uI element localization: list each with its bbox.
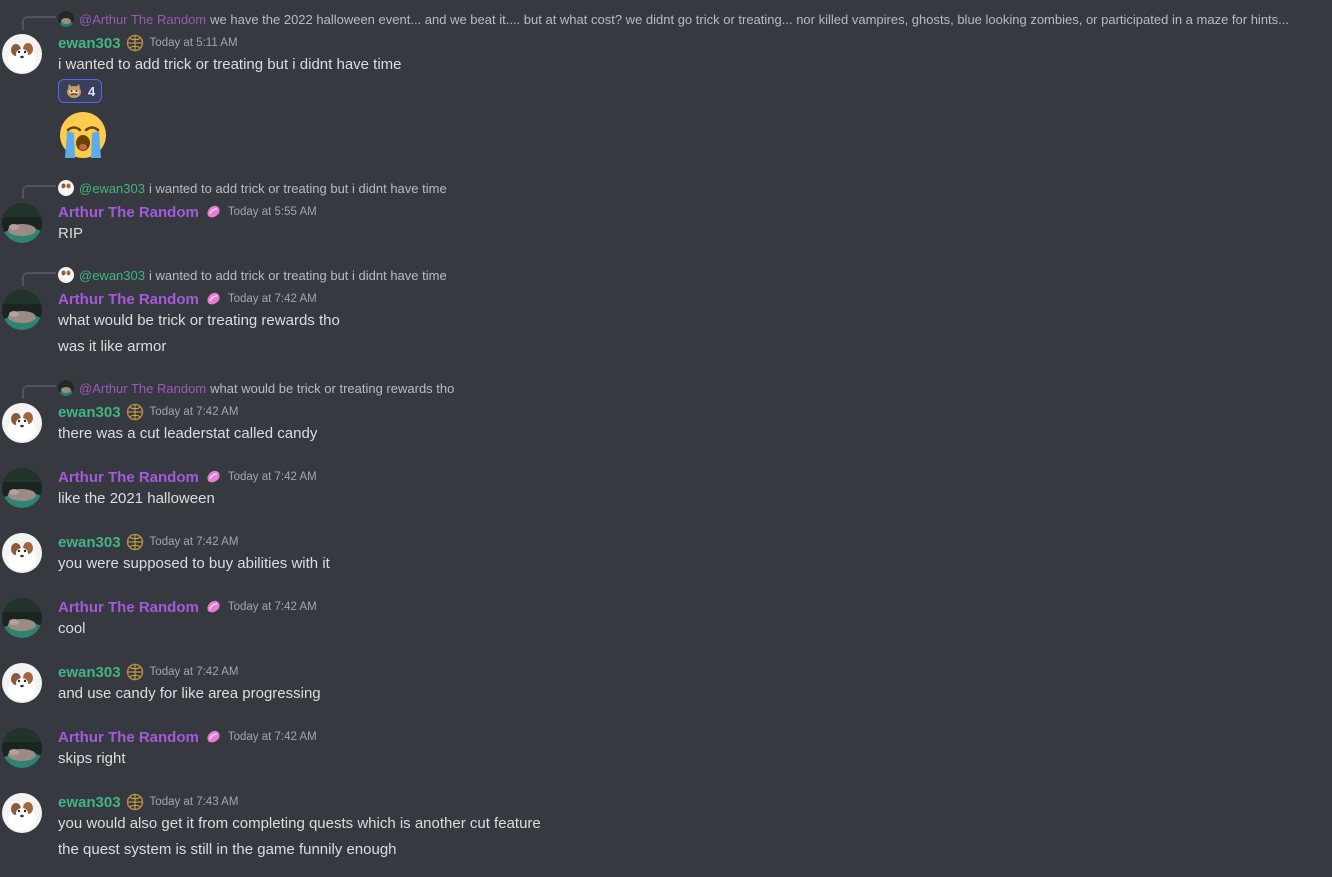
- message-text: cool: [58, 620, 86, 637]
- globe-badge-icon: [126, 793, 144, 811]
- username[interactable]: ewan303: [58, 35, 121, 52]
- ewan-mini-avatar: [58, 267, 74, 283]
- timestamp[interactable]: Today at 5:55 AM: [228, 206, 317, 218]
- username[interactable]: Arthur The Random: [58, 204, 199, 221]
- timestamp[interactable]: Today at 7:42 AM: [228, 731, 317, 743]
- message-text: you were supposed to buy abilities with …: [58, 555, 330, 572]
- message-text: RIP: [58, 225, 84, 242]
- timestamp[interactable]: Today at 7:42 AM: [150, 666, 239, 678]
- username[interactable]: ewan303: [58, 534, 121, 551]
- timestamp[interactable]: Today at 7:42 AM: [228, 293, 317, 305]
- username[interactable]: ewan303: [58, 404, 121, 421]
- message-header: Arthur The Random Today at 7:42 AM: [58, 596, 317, 618]
- arthur-avatar[interactable]: [2, 203, 42, 243]
- message-header: ewan303 Today at 7:43 AM: [58, 791, 238, 813]
- timestamp[interactable]: Today at 7:43 AM: [150, 796, 239, 808]
- reply-mention[interactable]: @ewan303: [79, 181, 145, 196]
- arthur-mini-avatar: [58, 380, 74, 396]
- timestamp[interactable]: Today at 7:42 AM: [150, 406, 239, 418]
- timestamp[interactable]: Today at 7:42 AM: [228, 601, 317, 613]
- message-header: Arthur The Random Today at 5:55 AM: [58, 201, 317, 223]
- reply-preview-text: i wanted to add trick or treating but i …: [148, 180, 447, 196]
- reply-reference[interactable]: @ewan303 i wanted to add trick or treati…: [58, 178, 1312, 198]
- arthur-avatar[interactable]: [2, 290, 42, 330]
- reply-mention[interactable]: @Arthur The Random: [79, 381, 206, 396]
- message-text: like the 2021 halloween: [58, 490, 215, 507]
- ewan-avatar[interactable]: [2, 533, 42, 573]
- globe-badge-icon: [126, 533, 144, 551]
- reply-preview-text: i wanted to add trick or treating but i …: [148, 267, 447, 283]
- username[interactable]: Arthur The Random: [58, 291, 199, 308]
- arthur-avatar[interactable]: [2, 598, 42, 638]
- reaction-count: 4: [88, 83, 96, 99]
- pink-gem-badge-icon: [204, 598, 222, 616]
- username[interactable]: Arthur The Random: [58, 729, 199, 746]
- ewan-avatar[interactable]: [2, 34, 42, 74]
- arthur-mini-avatar: [58, 11, 74, 27]
- arthur-avatar[interactable]: [2, 468, 42, 508]
- message-text: was it like armor: [58, 338, 167, 355]
- message-header: ewan303 Today at 7:42 AM: [58, 401, 238, 423]
- reply-mention[interactable]: @ewan303: [79, 268, 145, 283]
- reply-preview-text: what would be trick or treating rewards …: [210, 380, 455, 396]
- username[interactable]: ewan303: [58, 794, 121, 811]
- loudly-crying-face-emoji: [58, 110, 108, 160]
- timestamp[interactable]: Today at 7:42 AM: [228, 471, 317, 483]
- message-header: ewan303 Today at 7:42 AM: [58, 531, 238, 553]
- username[interactable]: Arthur The Random: [58, 469, 199, 486]
- message-text: you would also get it from completing qu…: [58, 815, 541, 832]
- message-text: the quest system is still in the game fu…: [58, 841, 397, 858]
- chat-messages: @Arthur The Random we have the 2022 hall…: [0, 0, 1332, 877]
- globe-badge-icon: [126, 403, 144, 421]
- globe-badge-icon: [126, 34, 144, 52]
- arthur-avatar[interactable]: [2, 728, 42, 768]
- crying-cat-emoji-icon: [65, 83, 83, 99]
- username[interactable]: ewan303: [58, 664, 121, 681]
- message-text: skips right: [58, 750, 126, 767]
- username[interactable]: Arthur The Random: [58, 599, 199, 616]
- reply-mention[interactable]: @Arthur The Random: [79, 12, 206, 27]
- reply-reference[interactable]: @ewan303 i wanted to add trick or treati…: [58, 265, 1312, 285]
- pink-gem-badge-icon: [204, 728, 222, 746]
- message-header: ewan303 Today at 5:11 AM: [58, 32, 238, 54]
- reaction-button[interactable]: 4: [58, 79, 102, 103]
- message-header: Arthur The Random Today at 7:42 AM: [58, 466, 317, 488]
- message-header: Arthur The Random Today at 7:42 AM: [58, 726, 317, 748]
- message-text: what would be trick or treating rewards …: [58, 312, 340, 329]
- reply-reference[interactable]: @Arthur The Random we have the 2022 hall…: [58, 9, 1312, 29]
- timestamp[interactable]: Today at 7:42 AM: [150, 536, 239, 548]
- ewan-avatar[interactable]: [2, 403, 42, 443]
- reply-preview-text: we have the 2022 halloween event... and …: [210, 11, 1289, 27]
- message-text: there was a cut leaderstat called candy: [58, 425, 318, 442]
- ewan-avatar[interactable]: [2, 793, 42, 833]
- ewan-avatar[interactable]: [2, 663, 42, 703]
- message-header: Arthur The Random Today at 7:42 AM: [58, 288, 317, 310]
- message-text: i wanted to add trick or treating but i …: [58, 56, 402, 73]
- message-header: ewan303 Today at 7:42 AM: [58, 661, 238, 683]
- pink-gem-badge-icon: [204, 290, 222, 308]
- globe-badge-icon: [126, 663, 144, 681]
- reply-reference[interactable]: @Arthur The Random what would be trick o…: [58, 378, 1312, 398]
- pink-gem-badge-icon: [204, 203, 222, 221]
- message-text: and use candy for like area progressing: [58, 685, 321, 702]
- pink-gem-badge-icon: [204, 468, 222, 486]
- timestamp[interactable]: Today at 5:11 AM: [150, 37, 238, 49]
- ewan-mini-avatar: [58, 180, 74, 196]
